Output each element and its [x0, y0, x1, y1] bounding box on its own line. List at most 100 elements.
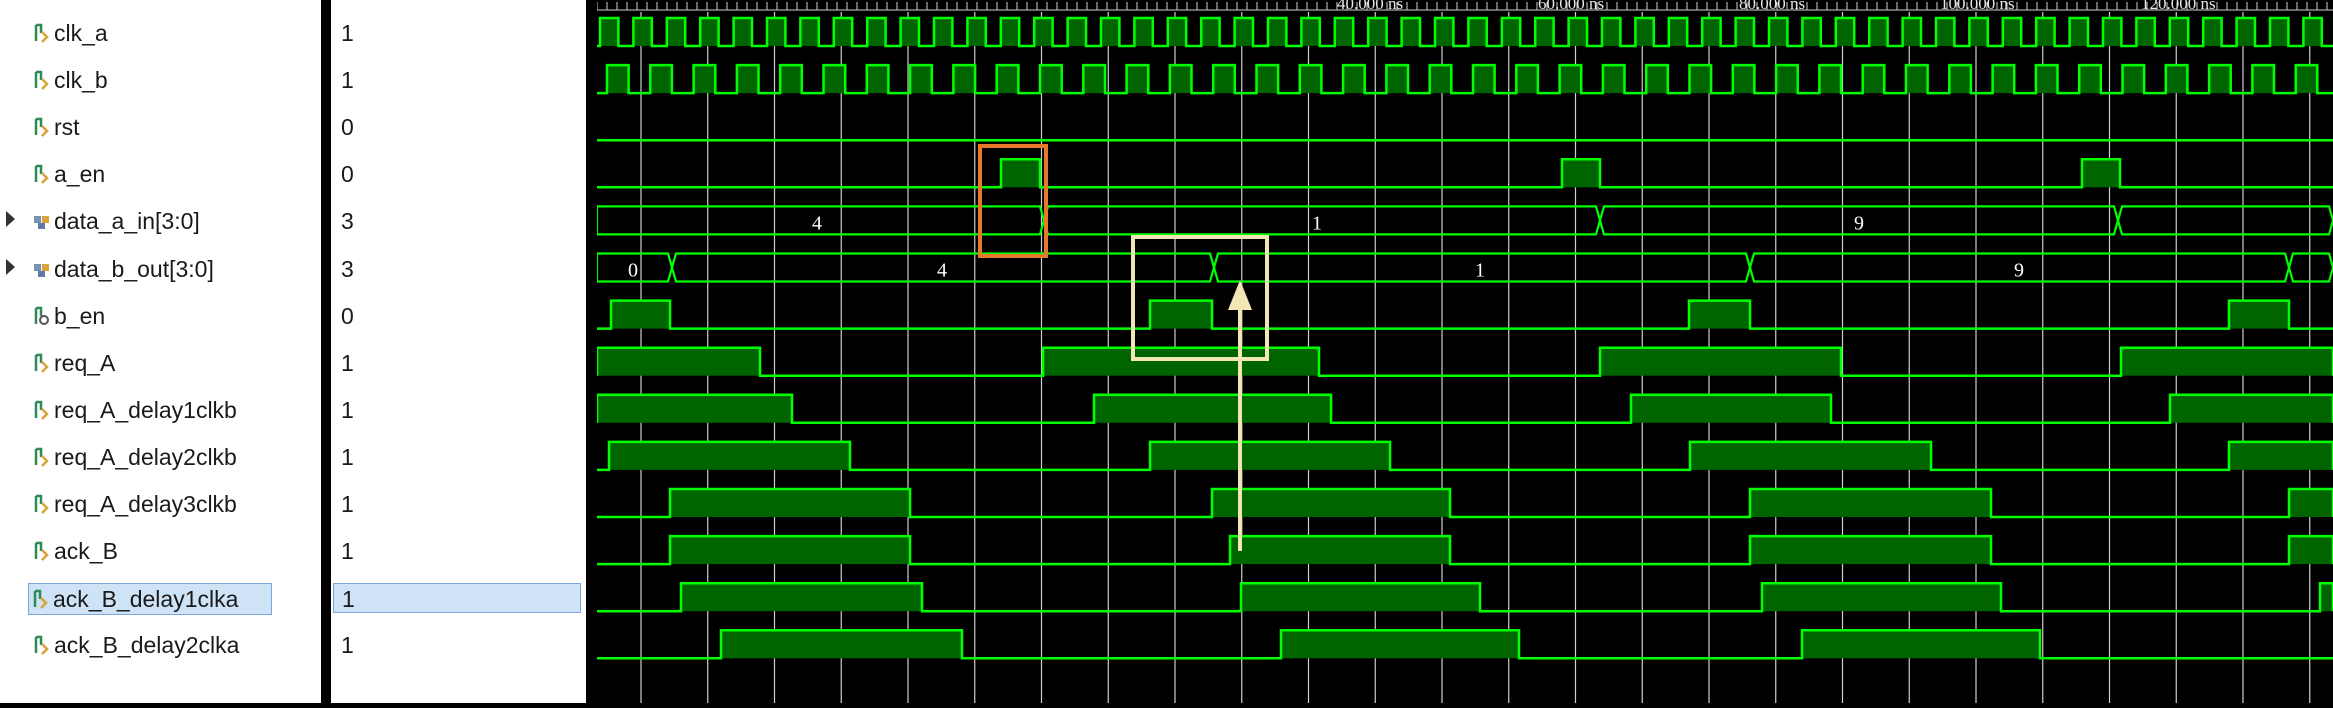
signal-value: 1	[341, 491, 354, 517]
high-level-fill	[609, 441, 850, 470]
high-level-fill	[1689, 65, 1712, 94]
signal-row-clk-a[interactable]: clk_a	[0, 10, 321, 54]
signal-name[interactable]: data_b_out[3:0]	[30, 254, 214, 284]
high-level-fill	[1230, 536, 1450, 565]
high-level-fill	[1769, 18, 1788, 46]
signal-row-ack-b-delay1clka[interactable]: ack_B_delay1clka	[0, 575, 321, 619]
high-level-fill	[2169, 18, 2189, 46]
time-axis-label: 60.000 ns	[1538, 0, 1604, 13]
signal-name[interactable]: rst	[30, 112, 80, 142]
signal-row-clk-b[interactable]: clk_b	[0, 57, 321, 101]
high-level-fill	[1732, 65, 1755, 94]
value-row[interactable]: 1	[331, 57, 586, 101]
signal-trace	[597, 158, 2333, 189]
signal-row-ack-b[interactable]: ack_B	[0, 528, 321, 572]
waveform-area[interactable]: 40.000 ns 60.000 ns 80.000 ns 100.000 ns 120…	[595, 0, 2333, 703]
high-level-fill	[2289, 489, 2333, 517]
value-row[interactable]: 1	[331, 622, 586, 666]
high-level-fill	[1473, 65, 1495, 94]
high-level-fill	[967, 18, 986, 46]
high-level-fill	[600, 18, 619, 46]
high-level-fill	[733, 18, 752, 46]
high-level-fill	[1902, 18, 1921, 46]
high-level-fill	[866, 65, 889, 94]
signal-row-req-a-delay3clkb[interactable]: req_A_delay3clkb	[0, 481, 321, 525]
bit-signal-icon	[33, 589, 48, 610]
panel-divider[interactable]	[321, 0, 331, 703]
signal-row-req-a-delay1clkb[interactable]: req_A_delay1clkb	[0, 387, 321, 431]
signal-name[interactable]: clk_b	[30, 65, 108, 95]
signal-name[interactable]: clk_a	[30, 18, 108, 48]
bus-value-label: 1	[1312, 212, 1322, 234]
high-level-fill	[2069, 18, 2088, 46]
bus-segment	[2287, 252, 2333, 283]
high-level-fill	[597, 347, 760, 376]
high-level-fill	[1101, 18, 1120, 46]
value-row[interactable]: 1	[331, 528, 586, 572]
signal-name[interactable]: data_a_in[3:0]	[30, 206, 200, 236]
expand-chevron-icon[interactable]	[6, 258, 15, 275]
bus-value-label: 9	[2014, 260, 2024, 282]
signal-value: 3	[341, 208, 354, 235]
high-level-fill	[1000, 18, 1020, 46]
high-level-fill	[611, 300, 670, 329]
signal-name[interactable]: ack_B_delay2clka	[30, 630, 239, 660]
time-axis-label: 40.000 ns	[1337, 0, 1403, 13]
signal-value: 0	[341, 114, 354, 141]
bit-signal-icon	[34, 165, 49, 185]
signal-name-label: data_b_out[3:0]	[54, 255, 214, 282]
value-row[interactable]: 1	[331, 575, 586, 619]
high-level-fill	[1819, 65, 1841, 94]
value-row[interactable]: 0	[331, 104, 586, 148]
signal-name[interactable]: a_en	[30, 159, 105, 189]
high-level-fill	[736, 65, 759, 94]
signal-name[interactable]: ack_B_delay1clka	[28, 583, 272, 616]
high-level-fill	[2079, 65, 2101, 94]
signal-name[interactable]: ack_B	[30, 536, 118, 566]
value-row[interactable]: 0	[331, 151, 586, 195]
signal-value: 1	[333, 583, 581, 614]
high-level-fill	[1602, 65, 1625, 94]
high-level-fill	[2170, 394, 2333, 423]
high-level-fill	[1750, 489, 1991, 517]
signal-row-a-en[interactable]: a_en	[0, 151, 321, 195]
signal-row-b-en[interactable]: b_en	[0, 293, 321, 337]
signal-value: 0	[341, 302, 354, 329]
high-level-fill	[2035, 65, 2058, 94]
signal-value: 1	[341, 67, 354, 94]
high-level-fill	[666, 18, 686, 46]
value-row[interactable]: 1	[331, 340, 586, 384]
high-level-fill	[800, 18, 819, 46]
signal-value: 1	[341, 396, 354, 423]
signal-name-label: ack_B	[54, 538, 118, 565]
signal-row-data-a-in-3-0-[interactable]: data_a_in[3:0]	[0, 198, 321, 242]
value-row[interactable]: 1	[331, 481, 586, 525]
value-row[interactable]: 0	[331, 293, 586, 337]
value-row[interactable]: 1	[331, 387, 586, 431]
value-row[interactable]: 3	[331, 198, 586, 242]
expand-chevron-icon[interactable]	[6, 211, 15, 228]
high-level-fill	[1212, 489, 1450, 517]
signal-name[interactable]: req_A_delay3clkb	[30, 489, 237, 519]
waveform-canvas[interactable]: 40.000 ns 60.000 ns 80.000 ns 100.000 ns 120…	[595, 0, 2333, 703]
signal-row-ack-b-delay2clka[interactable]: ack_B_delay2clka	[0, 622, 321, 666]
signal-name[interactable]: req_A	[30, 348, 115, 378]
high-level-fill	[2036, 18, 2055, 46]
high-level-fill	[1040, 65, 1062, 94]
value-row[interactable]: 3	[331, 246, 586, 290]
high-level-fill	[1150, 441, 1390, 470]
value-row[interactable]: 1	[331, 434, 586, 478]
high-level-fill	[1735, 18, 1754, 46]
signal-row-req-a-delay2clkb[interactable]: req_A_delay2clkb	[0, 434, 321, 478]
signal-name[interactable]: req_A_delay2clkb	[30, 442, 237, 472]
signal-name[interactable]: b_en	[30, 301, 105, 331]
bit-signal-icon	[34, 353, 49, 373]
signal-row-req-a[interactable]: req_A	[0, 340, 321, 384]
signal-row-data-b-out-3-0-[interactable]: data_b_out[3:0]	[0, 246, 321, 290]
high-level-fill	[1562, 159, 1600, 188]
value-row[interactable]: 1	[331, 10, 586, 54]
high-level-fill	[1862, 65, 1885, 94]
signal-row-rst[interactable]: rst	[0, 104, 321, 148]
signal-name[interactable]: req_A_delay1clkb	[30, 395, 237, 425]
panel-divider[interactable]	[586, 0, 597, 703]
